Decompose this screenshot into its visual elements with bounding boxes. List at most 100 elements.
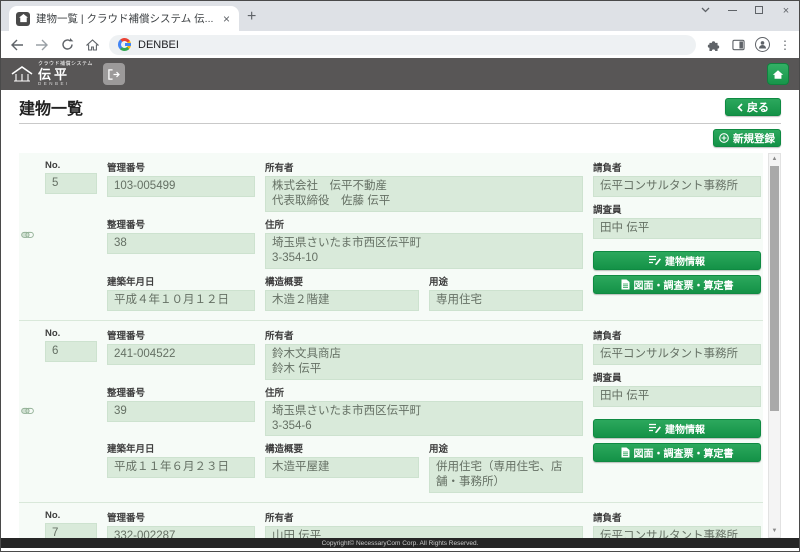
field-owner: 所有者 鈴木文具商店 鈴木 伝平 bbox=[265, 328, 583, 380]
logo-system-name: クラウド補償システム bbox=[38, 62, 93, 67]
maximize-button[interactable] bbox=[754, 5, 764, 15]
close-button[interactable]: × bbox=[781, 5, 791, 15]
link-icon[interactable] bbox=[19, 510, 35, 538]
address-value: 埼玉県さいたま市西区伝平町 3-354-10 bbox=[265, 233, 583, 269]
tab-close-icon[interactable]: × bbox=[221, 12, 232, 26]
menu-dots-icon[interactable]: ⋮ bbox=[779, 38, 791, 52]
built-value: 平成４年１０月１２日 bbox=[107, 290, 255, 311]
contractor-value: 伝平コンサルタント事務所 bbox=[593, 526, 761, 538]
link-icon[interactable] bbox=[19, 160, 35, 311]
chevron-left-icon bbox=[737, 103, 743, 112]
denbei-logo: クラウド補償システム 伝平 DENBEI bbox=[11, 62, 93, 87]
owner-value: 鈴木文具商店 鈴木 伝平 bbox=[265, 344, 583, 380]
building-record: No. 7 管理番号 332-002287 整理番号 41 所 bbox=[19, 503, 763, 538]
logout-button[interactable] bbox=[103, 63, 125, 85]
structure-value: 木造２階建 bbox=[265, 290, 419, 311]
field-address: 住所 埼玉県さいたま市西区伝平町 3-354-10 bbox=[265, 217, 583, 269]
browser-toolbar: DENBEI ⋮ bbox=[1, 31, 799, 58]
no-value: 7 bbox=[45, 523, 97, 538]
field-structure: 構造概要 木造平屋建 bbox=[265, 441, 419, 493]
scroll-down-icon[interactable]: ▼ bbox=[769, 526, 780, 537]
built-value: 平成１１年６月２３日 bbox=[107, 457, 255, 478]
seiri-value: 39 bbox=[107, 401, 255, 422]
no-label: No. bbox=[45, 160, 97, 171]
minimize-button[interactable] bbox=[727, 5, 737, 15]
seiri-value: 38 bbox=[107, 233, 255, 254]
address-bar[interactable]: DENBEI bbox=[109, 35, 696, 55]
field-kanri: 管理番号 241-004522 bbox=[107, 328, 255, 380]
field-kanri: 管理番号 332-002287 bbox=[107, 510, 255, 538]
side-panel-icon[interactable] bbox=[730, 37, 746, 53]
field-seiri: 整理番号 38 bbox=[107, 217, 255, 269]
building-record: No. 6 管理番号 241-004522 整理番号 39 建 bbox=[19, 321, 763, 504]
back-button[interactable]: 戻る bbox=[725, 98, 781, 116]
no-value: 6 bbox=[45, 341, 97, 362]
field-built: 建築年月日 平成４年１０月１２日 bbox=[107, 274, 255, 311]
field-usage: 用途 併用住宅（専用住宅、店舗・事務所） bbox=[429, 441, 583, 493]
bottom-gap bbox=[1, 548, 799, 551]
reload-icon[interactable] bbox=[59, 37, 75, 53]
field-owner: 所有者 株式会社 伝平不動産 代表取締役 佐藤 伝平 bbox=[265, 160, 583, 212]
extensions-icon[interactable] bbox=[705, 37, 721, 53]
app-home-icon bbox=[772, 69, 784, 80]
field-surveyor: 調査員 田中 伝平 bbox=[593, 202, 761, 239]
field-usage: 用途 専用住宅 bbox=[429, 274, 583, 311]
usage-value: 併用住宅（専用住宅、店舗・事務所） bbox=[429, 457, 583, 493]
page-footer: Copyright© NecessaryCom Corp. All Rights… bbox=[1, 538, 799, 548]
app-home-button[interactable] bbox=[767, 63, 789, 85]
structure-value: 木造平屋建 bbox=[265, 457, 419, 478]
tab-favicon-icon bbox=[16, 12, 30, 26]
building-record: No. 5 管理番号 103-005499 整理番号 38 建 bbox=[19, 153, 763, 321]
tab-strip: 建物一覧 | クラウド補償システム 伝... × + × bbox=[1, 1, 799, 31]
usage-value: 専用住宅 bbox=[429, 290, 583, 311]
link-icon[interactable] bbox=[19, 328, 35, 494]
field-seiri: 整理番号 39 bbox=[107, 385, 255, 437]
google-favicon bbox=[118, 38, 131, 51]
list-edit-icon bbox=[649, 423, 661, 433]
document-icon bbox=[621, 279, 630, 290]
documents-button[interactable]: 図面・調査票・算定書 bbox=[593, 275, 761, 294]
address-value: 埼玉県さいたま市西区伝平町 3-354-6 bbox=[265, 401, 583, 437]
chevron-down-icon[interactable] bbox=[700, 5, 710, 15]
owner-value: 株式会社 伝平不動産 代表取締役 佐藤 伝平 bbox=[265, 176, 583, 212]
page-title: 建物一覧 bbox=[19, 95, 83, 119]
field-structure: 構造概要 木造２階建 bbox=[265, 274, 419, 311]
tab-title: 建物一覧 | クラウド補償システム 伝... bbox=[36, 11, 215, 26]
plus-circle-icon bbox=[719, 133, 729, 143]
owner-value: 山田 伝平 bbox=[265, 526, 583, 538]
field-contractor: 請負者 伝平コンサルタント事務所 bbox=[593, 160, 761, 197]
window-controls: × bbox=[700, 5, 791, 15]
kanri-value: 103-005499 bbox=[107, 176, 255, 197]
field-contractor: 請負者 伝平コンサルタント事務所 bbox=[593, 328, 761, 365]
logout-icon bbox=[107, 69, 120, 80]
contractor-value: 伝平コンサルタント事務所 bbox=[593, 344, 761, 365]
vertical-scrollbar[interactable]: ▲ ▼ bbox=[768, 153, 781, 538]
building-info-button[interactable]: 建物情報 bbox=[593, 419, 761, 438]
field-built: 建築年月日 平成１１年６月２３日 bbox=[107, 441, 255, 493]
denbei-roof-icon bbox=[11, 66, 33, 82]
scroll-up-icon[interactable]: ▲ bbox=[769, 154, 780, 165]
url-text: DENBEI bbox=[138, 39, 179, 51]
kanri-value: 332-002287 bbox=[107, 526, 255, 538]
browser-window: 建物一覧 | クラウド補償システム 伝... × + × DENBEI bbox=[0, 0, 800, 552]
field-kanri: 管理番号 103-005499 bbox=[107, 160, 255, 212]
building-info-button[interactable]: 建物情報 bbox=[593, 251, 761, 270]
new-tab-button[interactable]: + bbox=[247, 8, 256, 26]
building-list-page: 建物一覧 戻る 新規登録 No. bbox=[1, 90, 799, 538]
forward-icon[interactable] bbox=[34, 37, 50, 53]
list-edit-icon bbox=[649, 255, 661, 265]
scrollbar-thumb[interactable] bbox=[770, 166, 779, 411]
logo-sub-text: DENBEI bbox=[38, 82, 93, 87]
profile-avatar-icon[interactable] bbox=[755, 37, 770, 52]
records-viewport: No. 5 管理番号 103-005499 整理番号 38 建 bbox=[19, 153, 781, 538]
new-registration-button[interactable]: 新規登録 bbox=[713, 129, 781, 147]
back-icon[interactable] bbox=[9, 37, 25, 53]
app-header: クラウド補償システム 伝平 DENBEI bbox=[1, 58, 799, 90]
home-icon[interactable] bbox=[84, 37, 100, 53]
kanri-value: 241-004522 bbox=[107, 344, 255, 365]
browser-tab[interactable]: 建物一覧 | クラウド補償システム 伝... × bbox=[9, 6, 239, 31]
documents-button[interactable]: 図面・調査票・算定書 bbox=[593, 443, 761, 462]
no-value: 5 bbox=[45, 173, 97, 194]
field-surveyor: 調査員 田中 伝平 bbox=[593, 370, 761, 407]
field-contractor: 請負者 伝平コンサルタント事務所 bbox=[593, 510, 761, 538]
